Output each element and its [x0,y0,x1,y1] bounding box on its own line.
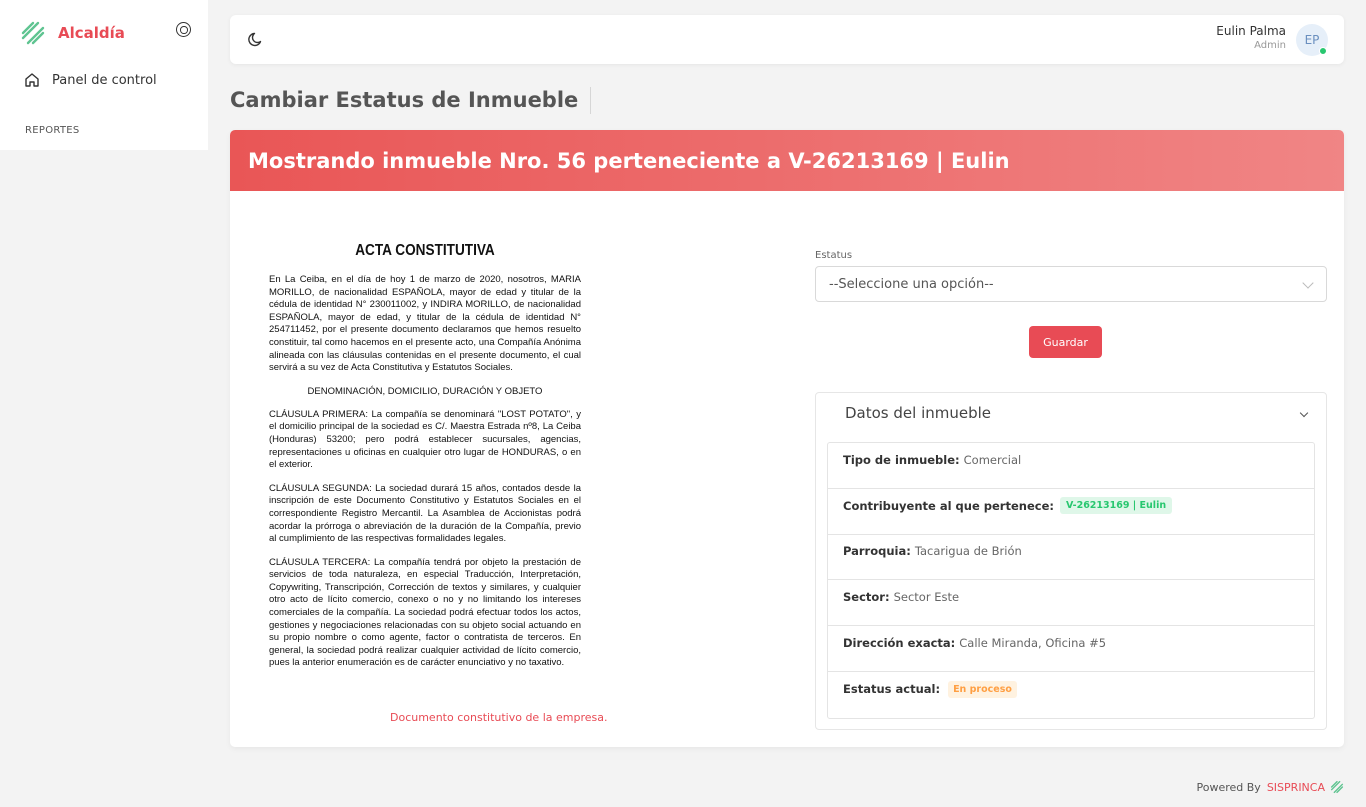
sidebar-toggle-icon[interactable] [176,22,191,37]
document-clause-1: CLÁUSULA PRIMERA: La compañía se denomin… [269,408,581,471]
detail-value: Tacarigua de Brión [914,544,1022,559]
status-badge: En proceso [948,680,1017,698]
detail-label: Contribuyente al que pertenece: [843,498,1054,513]
topbar: Eulin Palma Admin EP [230,15,1344,64]
detail-label: Sector: [843,590,890,605]
user-info[interactable]: Eulin Palma Admin [1216,24,1286,51]
list-item-sector: Sector: Sector Este [828,580,1314,627]
document-title: ACTA CONSTITUTIVA [355,242,495,259]
footer-powered-by: Powered By [1196,780,1261,794]
list-item-direccion: Dirección exacta: Calle Miranda, Oficina… [828,626,1314,672]
detail-label: Parroquia: [843,544,911,559]
document-subtitle: DENOMINACIÓN, DOMICILIO, DURACIÓN Y OBJE… [307,385,543,397]
document-caption: Documento constitutivo de la empresa. [390,711,608,724]
status-label: Estatus [815,250,853,261]
footer: Powered By SISPRINCA [1197,780,1345,794]
brand-logo-icon [1330,780,1344,794]
detail-label: Dirección exacta: [843,636,956,651]
page-title: Cambiar Estatus de Inmueble [230,87,592,114]
save-button[interactable]: Guardar [1029,326,1102,358]
details-list: Tipo de inmueble: Comercial Contribuyent… [827,442,1315,719]
sidebar-item-panel-de-control[interactable]: Panel de control [24,72,157,88]
owner-badge: V-26213169 | Eulin [1059,497,1173,515]
online-status-dot [1319,47,1327,55]
sidebar-item-label: Panel de control [52,72,157,88]
list-item-contribuyente: Contribuyente al que pertenece: V-262131… [828,489,1314,535]
footer-brand-link[interactable]: SISPRINCA [1267,781,1325,794]
moon-icon[interactable] [248,31,264,47]
brand-name: Alcaldía [58,24,125,42]
sidebar-section-reportes: REPORTES [25,125,80,136]
brand[interactable]: Alcaldía [20,20,125,46]
detail-value: Sector Este [893,590,960,605]
detail-value: Calle Miranda, Oficina #5 [959,636,1107,651]
detail-label: Tipo de inmueble: [843,452,960,467]
document-clause-3: CLÁUSULA TERCERA: La compañía tendrá por… [269,556,581,669]
avatar[interactable]: EP [1296,24,1328,56]
accordion-title[interactable]: Datos del inmueble [845,404,991,422]
card-header: Mostrando inmueble Nro. 56 perteneciente… [230,130,1344,191]
property-details-accordion: Datos del inmueble Tipo de inmueble: Com… [815,392,1327,730]
card-header-title: Mostrando inmueble Nro. 56 perteneciente… [248,148,1010,173]
list-item-tipo: Tipo de inmueble: Comercial [828,443,1314,489]
user-name: Eulin Palma [1216,24,1286,38]
document-clause-2: CLÁUSULA SEGUNDA: La sociedad durará 15 … [269,482,581,545]
sidebar: Alcaldía Panel de control REPORTES [0,0,208,150]
chevron-down-icon [1302,277,1314,289]
status-select[interactable]: --Seleccione una opción-- [815,266,1327,302]
avatar-initials: EP [1304,33,1320,47]
home-icon [25,73,39,87]
list-item-estatus: Estatus actual: En proceso [828,672,1314,718]
chevron-down-icon[interactable] [1299,408,1309,418]
detail-value: Comercial [963,452,1022,467]
user-role: Admin [1254,40,1286,51]
document-intro: En La Ceiba, en el día de hoy 1 de marzo… [269,274,581,374]
status-select-value: --Seleccione una opción-- [829,276,994,292]
main-card: Mostrando inmueble Nro. 56 perteneciente… [230,130,1344,747]
brand-logo-icon [21,21,45,45]
document-image: ACTA CONSTITUTIVA En La Ceiba, en el día… [269,242,581,681]
list-item-parroquia: Parroquia: Tacarigua de Brión [828,535,1314,581]
detail-label: Estatus actual: [843,682,941,697]
